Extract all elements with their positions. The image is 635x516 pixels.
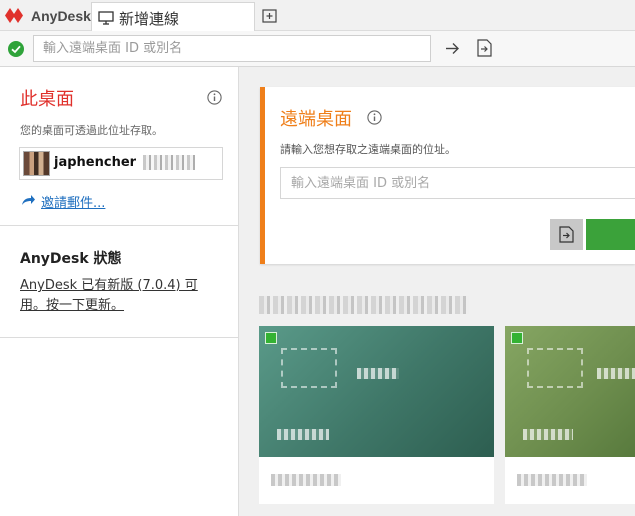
app-brand: AnyDesk: [31, 8, 91, 24]
this-desk-description: 您的桌面可透過此位址存取。: [20, 124, 163, 137]
file-transfer-icon: [559, 226, 574, 243]
arrow-right-icon[interactable]: [445, 41, 460, 56]
right-panel: 遠端桌面 請輸入您想存取之遠端桌面的位址。: [239, 67, 635, 516]
remote-desk-card: 遠端桌面 請輸入您想存取之遠端桌面的位址。: [260, 87, 635, 264]
tab-label: 新增連線: [119, 10, 180, 28]
left-panel: 此桌面 您的桌面可透過此位址存取。 japhencher 邀請郵件... Any…: [0, 67, 239, 516]
new-tab-icon[interactable]: [262, 9, 277, 23]
avatar: [23, 151, 50, 176]
monitor-icon: [98, 11, 114, 25]
remote-desk-title: 遠端桌面: [280, 109, 352, 130]
connection-ok-icon: [8, 41, 24, 57]
monitor-icon: [527, 348, 583, 388]
status-title: AnyDesk 狀態: [20, 251, 122, 267]
file-transfer-icon[interactable]: [477, 39, 492, 57]
recent-session-tile[interactable]: [259, 326, 494, 504]
title-bar: AnyDesk 新增連線: [0, 0, 635, 32]
tab-new-connection[interactable]: 新增連線: [91, 2, 255, 32]
recent-sessions-title-redacted: [259, 296, 469, 314]
address-bar: [0, 31, 635, 67]
remote-desk-description: 請輸入您想存取之遠端桌面的位址。: [280, 143, 456, 156]
recent-session-tile[interactable]: [505, 326, 635, 504]
info-icon[interactable]: [207, 90, 222, 105]
desk-id-text: japhencher: [54, 155, 137, 170]
status-section: AnyDesk 狀態 AnyDesk 已有新版 (7.0.4) 可用。按一下更新…: [0, 226, 238, 338]
remote-desk-input[interactable]: [280, 167, 635, 199]
this-desk-section: 此桌面 您的桌面可透過此位址存取。 japhencher 邀請郵件...: [0, 67, 238, 226]
desk-id-box[interactable]: japhencher: [19, 147, 223, 180]
session-thumbnail: [259, 326, 494, 457]
session-info-redacted: [597, 368, 635, 379]
file-transfer-button[interactable]: [550, 219, 583, 250]
this-desk-title: 此桌面: [20, 89, 74, 110]
remote-id-input[interactable]: [33, 35, 431, 62]
session-info-redacted: [357, 368, 399, 379]
anydesk-logo-icon: [5, 8, 23, 23]
online-status-icon: [265, 332, 277, 344]
session-thumbnail: [505, 326, 635, 457]
share-arrow-icon: [22, 195, 35, 205]
online-status-icon: [511, 332, 523, 344]
invite-link-label: 邀請郵件...: [41, 196, 106, 211]
connect-button[interactable]: [586, 219, 635, 250]
session-name-redacted: [523, 429, 573, 440]
session-label-redacted: [271, 474, 341, 486]
monitor-icon: [281, 348, 337, 388]
desk-id-redacted: [143, 155, 195, 170]
info-icon[interactable]: [367, 110, 382, 125]
session-label-redacted: [517, 474, 587, 486]
session-name-redacted: [277, 429, 329, 440]
update-link[interactable]: AnyDesk 已有新版 (7.0.4) 可用。按一下更新。: [20, 276, 220, 316]
